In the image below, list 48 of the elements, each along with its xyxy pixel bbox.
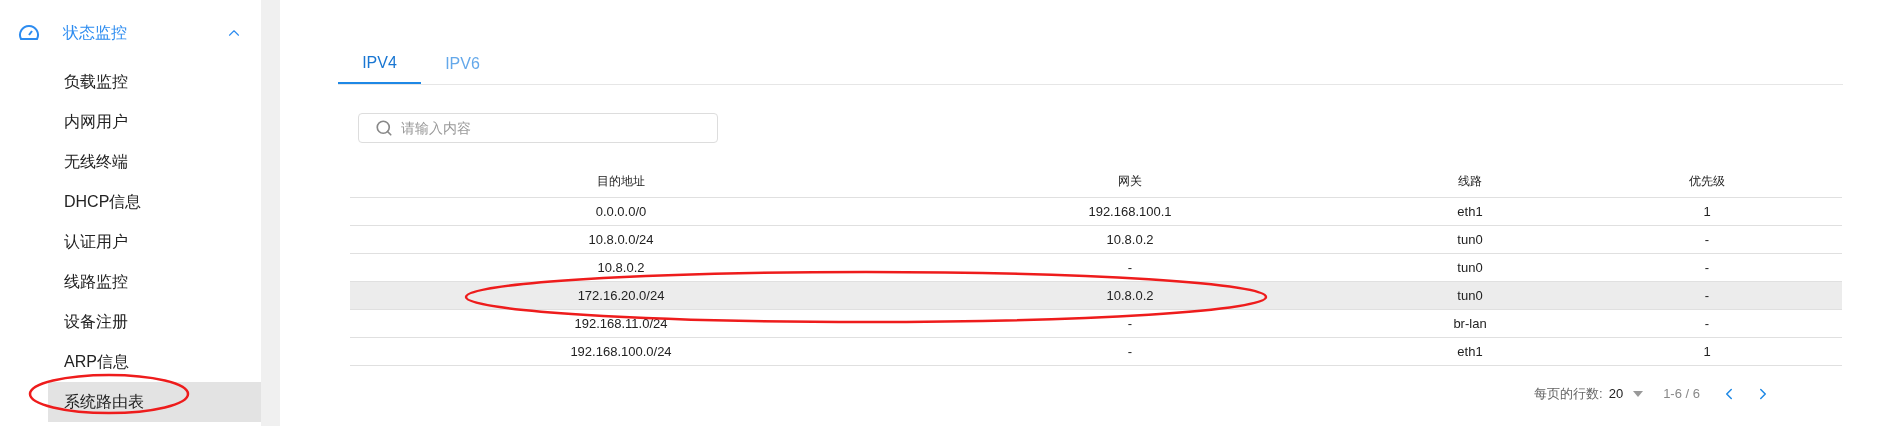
table-cell-text: tun0 — [1457, 258, 1483, 277]
table-cell-text: br-lan — [1453, 314, 1487, 333]
table-cell-text: tun0 — [1457, 286, 1483, 305]
sidebar-item[interactable]: 认证用户 — [48, 222, 261, 262]
table-cell-text: - — [1704, 314, 1710, 333]
table-cell-text: tun0 — [1457, 230, 1483, 249]
table-row[interactable]: 172.16.20.0/24 10.8.0.2 tun0 - — [350, 282, 1842, 310]
search-input[interactable]: 请输入内容 — [401, 117, 717, 139]
table-cell-text: 192.168.100.0/24 — [570, 342, 672, 361]
page-range: 1-6 / 6 — [1663, 385, 1700, 403]
table-cell-text: - — [1127, 342, 1133, 361]
table-cell-text: 10.8.0.2 — [597, 258, 645, 277]
table-cell-text: 1 — [1703, 342, 1711, 361]
table-cell-text: 192.168.11.0/24 — [574, 314, 668, 333]
table-cell-text: 172.16.20.0/24 — [577, 286, 665, 305]
table-cell-text: - — [1127, 314, 1133, 333]
column-header: 线路 — [1458, 173, 1482, 190]
table-cell-text: - — [1704, 286, 1710, 305]
table-cell-text: 1 — [1703, 202, 1711, 221]
sidebar-item[interactable]: 负载监控 — [48, 62, 261, 102]
gauge-icon — [18, 23, 40, 43]
sidebar-item[interactable]: DHCP信息 — [48, 182, 261, 222]
column-header: 目的地址 — [597, 173, 645, 190]
sidebar-item[interactable]: 线路监控 — [48, 262, 261, 302]
table-cell-text: eth1 — [1457, 342, 1483, 361]
table-cell-text: 0.0.0.0/0 — [595, 202, 647, 221]
column-header: 优先级 — [1689, 173, 1725, 190]
table-cell-text: eth1 — [1457, 202, 1483, 221]
search-field[interactable]: 请输入内容 — [358, 113, 718, 143]
table-cell-text: 10.8.0.0/24 — [588, 230, 654, 249]
table-cell-text: 192.168.100.1 — [1088, 202, 1172, 221]
sidebar-item[interactable]: 内网用户 — [48, 102, 261, 142]
table-cell-text: - — [1704, 258, 1710, 277]
table-cell-text: 10.8.0.2 — [1106, 286, 1154, 305]
dropdown-icon — [1633, 390, 1644, 397]
sidebar-item[interactable]: ARP信息 — [48, 342, 261, 382]
sidebar-item[interactable]: 系统路由表 — [48, 382, 261, 422]
tab[interactable]: IPV4 — [338, 44, 421, 84]
menu-group[interactable]: 状态监控 — [0, 14, 261, 52]
table-cell-text: - — [1127, 258, 1133, 277]
sidebar-item[interactable]: 设备注册 — [48, 302, 261, 342]
sidebar-item[interactable]: 无线终端 — [48, 142, 261, 182]
column-header: 网关 — [1118, 173, 1142, 190]
table-cell-text: 10.8.0.2 — [1106, 230, 1154, 249]
rows-per-page-select[interactable]: 20 — [1608, 384, 1644, 404]
search-icon — [375, 119, 393, 137]
table-cell-text: - — [1704, 230, 1710, 249]
rows-per-page-label: 每页的行数: — [1534, 385, 1603, 403]
